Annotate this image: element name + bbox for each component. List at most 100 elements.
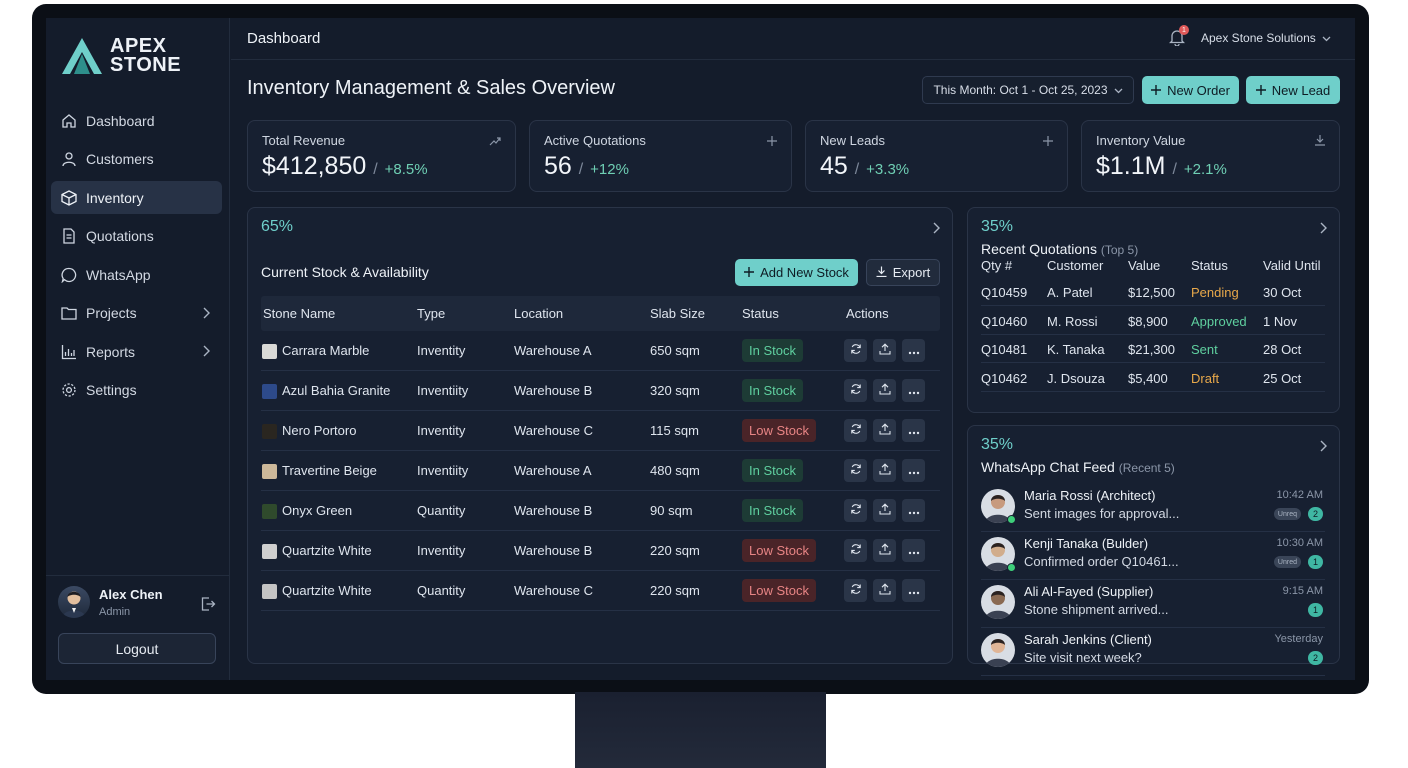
table-row[interactable]: Travertine Beige Inventiity Warehouse A 480… (261, 451, 940, 491)
stock-percent: 65% (261, 218, 294, 235)
table-row[interactable]: Q10481 K. Tanaka $21,300 Sent 28 Oct (981, 335, 1325, 363)
list-item[interactable]: Maria Rossi (Architect) Sent images for a… (981, 484, 1325, 532)
cell-name: Quartzite White (282, 543, 372, 558)
column-header[interactable]: Location (514, 306, 563, 321)
column-header[interactable]: Valid Until (1263, 258, 1321, 273)
kpi-separator: / (373, 161, 378, 178)
avatar[interactable] (981, 585, 1015, 619)
bar-chart-icon (60, 343, 78, 361)
upload-button[interactable] (873, 459, 896, 482)
sidebar-item-reports[interactable]: Reports (51, 335, 222, 368)
refresh-button[interactable] (844, 499, 867, 522)
export-button[interactable]: Export (866, 259, 940, 286)
contact-name: Ali Al-Fayed (Supplier) (1024, 584, 1154, 599)
kpi-new-leads[interactable]: New Leads 45 / +3.3% (805, 120, 1068, 192)
upload-button[interactable] (873, 339, 896, 362)
upload-button[interactable] (873, 499, 896, 522)
brand-logo[interactable]: APEX STONE (60, 36, 181, 76)
column-header[interactable]: Value (1128, 258, 1160, 273)
kpi-value: $1.1M (1096, 152, 1166, 180)
kpi-value: 56 (544, 152, 572, 180)
sidebar-item-projects[interactable]: Projects (51, 297, 222, 330)
sidebar-item-inventory[interactable]: Inventory (51, 181, 222, 214)
column-header[interactable]: Status (1191, 258, 1228, 273)
refresh-button[interactable] (844, 539, 867, 562)
more-button[interactable] (902, 419, 925, 442)
list-item[interactable]: Kenji Tanaka (Bulder) Confirmed order Q10… (981, 532, 1325, 580)
sidebar: APEX STONE Dashboard Customers Inventory… (46, 18, 230, 680)
column-header[interactable]: Type (417, 306, 445, 321)
table-row[interactable]: Q10462 J. Dsouza $5,400 Draft 25 Oct (981, 364, 1325, 392)
chevron-right-icon[interactable] (1319, 439, 1327, 457)
date-range-picker[interactable]: This Month: Oct 1 - Oct 25, 2023 (922, 76, 1134, 104)
stone-swatch (262, 544, 277, 559)
cell-size: 220 sqm (650, 583, 700, 598)
whatsapp-percent: 35% (981, 436, 1014, 453)
column-header[interactable]: Status (742, 306, 779, 321)
topbar: Dashboard 1 Apex Stone Solutions (231, 18, 1355, 60)
logout-icon[interactable] (200, 596, 216, 617)
more-button[interactable] (902, 459, 925, 482)
upload-icon (878, 342, 891, 360)
refresh-button[interactable] (844, 459, 867, 482)
table-row[interactable]: Quartzite White Inventity Warehouse B 220 s… (261, 531, 940, 571)
table-row[interactable]: Nero Portoro Inventity Warehouse C 115 sqm L… (261, 411, 940, 451)
upload-button[interactable] (873, 579, 896, 602)
table-row[interactable]: Q10459 A. Patel $12,500 Pending 30 Oct (981, 278, 1325, 306)
column-header[interactable]: Stone Name (263, 306, 335, 321)
chevron-right-icon[interactable] (932, 221, 940, 239)
table-row[interactable]: Onyx Green Quantity Warehouse B 90 sqm In St… (261, 491, 940, 531)
upload-button[interactable] (873, 539, 896, 562)
message-time: Yesterday (1274, 633, 1323, 645)
table-row[interactable]: Q10460 M. Rossi $8,900 Approved 1 Nov (981, 307, 1325, 335)
sidebar-item-settings[interactable]: Settings (51, 374, 222, 407)
cell-name: Onyx Green (282, 503, 353, 518)
cell-name: Nero Portoro (282, 423, 357, 438)
new-lead-button[interactable]: New Lead (1246, 76, 1340, 104)
new-order-button[interactable]: New Order (1142, 76, 1239, 104)
kpi-inventory-value[interactable]: Inventory Value $1.1M / +2.1% (1081, 120, 1340, 192)
sidebar-item-whatsapp[interactable]: WhatsApp (51, 258, 222, 291)
list-item[interactable]: Sarah Jenkins (Client) Site visit next we… (981, 628, 1325, 676)
column-header[interactable]: Qty # (981, 258, 1012, 273)
more-icon (908, 582, 920, 600)
add-new-stock-label: Add New Stock (760, 265, 849, 280)
chevron-right-icon[interactable] (1319, 221, 1327, 239)
refresh-button[interactable] (844, 419, 867, 442)
company-selector[interactable]: Apex Stone Solutions (1201, 31, 1331, 45)
logout-button[interactable]: Logout (58, 633, 216, 664)
more-button[interactable] (902, 499, 925, 522)
more-icon (908, 462, 920, 480)
refresh-button[interactable] (844, 339, 867, 362)
more-button[interactable] (902, 539, 925, 562)
sidebar-item-quotations[interactable]: Quotations (51, 220, 222, 253)
kpi-delta: +12% (590, 161, 629, 178)
cell-status: Pending (1191, 285, 1239, 300)
kpi-active-quotations[interactable]: Active Quotations 56 / +12% (529, 120, 792, 192)
column-header[interactable]: Slab Size (650, 306, 705, 321)
table-row[interactable]: Quartzite White Quantity Warehouse C 220 sq… (261, 571, 940, 611)
add-new-stock-button[interactable]: Add New Stock (735, 259, 858, 286)
column-header[interactable]: Customer (1047, 258, 1103, 273)
kpi-total-revenue[interactable]: Total Revenue $412,850 / +8.5% (247, 120, 516, 192)
cell-type: Inventiity (417, 463, 469, 478)
message-preview: Stone shipment arrived... (1024, 602, 1169, 617)
message-preview: Confirmed order Q10461... (1024, 554, 1179, 569)
cell-location: Warehouse B (514, 503, 593, 518)
more-button[interactable] (902, 339, 925, 362)
more-button[interactable] (902, 579, 925, 602)
list-item[interactable]: Ali Al-Fayed (Supplier) Stone shipment ar… (981, 580, 1325, 628)
refresh-button[interactable] (844, 379, 867, 402)
sidebar-item-customers[interactable]: Customers (51, 143, 222, 176)
avatar[interactable] (981, 633, 1015, 667)
refresh-button[interactable] (844, 579, 867, 602)
upload-button[interactable] (873, 379, 896, 402)
upload-button[interactable] (873, 419, 896, 442)
avatar[interactable] (58, 586, 90, 618)
table-row[interactable]: Azul Bahia Granite Inventiity Warehouse B 3… (261, 371, 940, 411)
cell-status: Draft (1191, 370, 1220, 386)
more-button[interactable] (902, 379, 925, 402)
table-row[interactable]: Carrara Marble Inventity Warehouse A 650 sq… (261, 331, 940, 371)
sidebar-item-dashboard[interactable]: Dashboard (51, 104, 222, 137)
cell-type: Inventity (417, 423, 466, 438)
